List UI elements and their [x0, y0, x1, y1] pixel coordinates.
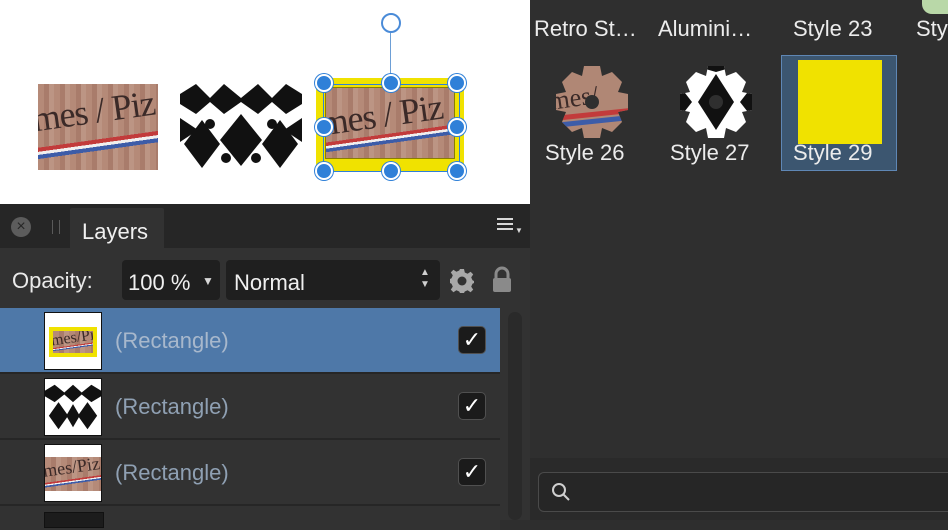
handle-bottom-center[interactable] [382, 162, 400, 180]
search-icon [552, 483, 570, 501]
style-preview-27[interactable] [678, 64, 754, 140]
handle-top-right[interactable] [448, 74, 466, 92]
tab-layers[interactable]: Layers [70, 208, 164, 248]
visibility-checkbox[interactable]: ✓ [458, 392, 486, 420]
photo-text: mes / Piz [38, 84, 158, 140]
blend-mode-value: Normal [234, 270, 305, 295]
visibility-checkbox[interactable]: ✓ [458, 326, 486, 354]
wood-photo-object[interactable]: mes / Piz [38, 84, 158, 170]
close-panel-icon[interactable]: × [11, 217, 31, 237]
handle-bottom-left[interactable] [315, 162, 333, 180]
styles-search-area [530, 458, 948, 520]
layer-thumbnail: mes/Piz [44, 444, 102, 502]
search-input[interactable] [538, 472, 948, 512]
layer-thumbnail [44, 378, 102, 436]
style-preview-retro[interactable] [566, 0, 642, 8]
visibility-checkbox[interactable]: ✓ [458, 458, 486, 486]
opacity-row: Opacity: 100 % ▼ Normal ▲ ▼ [0, 248, 530, 308]
style-label-aluminium[interactable]: Alumini… [658, 16, 752, 42]
layer-name[interactable]: (Rectangle) [115, 460, 229, 486]
lock-icon[interactable] [490, 266, 514, 294]
opacity-label: Opacity: [12, 268, 93, 293]
layer-name[interactable]: (Rectangle) [115, 394, 229, 420]
rotation-handle[interactable] [381, 13, 401, 33]
tab-layers-label: Layers [82, 219, 149, 244]
layer-thumbnail: mes/Piz [44, 312, 102, 370]
handle-top-center[interactable] [382, 74, 400, 92]
gear-icon[interactable] [449, 268, 475, 294]
handle-middle-right[interactable] [448, 118, 466, 136]
layers-panel: × Layers ▼ Opacity: 100 % ▼ Normal ▲ ▼ m… [0, 204, 530, 530]
style-preview-29[interactable] [798, 60, 882, 144]
style-label-partial[interactable]: Sty [916, 16, 948, 42]
drag-grip-icon[interactable] [52, 220, 60, 234]
layers-scrollbar[interactable] [508, 312, 522, 520]
layer-row[interactable]: mes/Piz (Rectangle) ✓ [0, 308, 500, 374]
document-canvas[interactable]: mes / Piz mes / Piz [0, 0, 530, 204]
style-label-retro[interactable]: Retro St… [534, 16, 637, 42]
handle-middle-left[interactable] [315, 118, 333, 136]
chevron-down-icon: ▼ [202, 274, 214, 288]
layers-tab-bar: × Layers ▼ [0, 204, 530, 248]
style-preview-partial[interactable] [922, 0, 948, 14]
handle-bottom-right[interactable] [448, 162, 466, 180]
pattern-object[interactable] [180, 84, 302, 170]
style-preview-aluminium[interactable] [690, 0, 766, 8]
layer-row[interactable]: (Rectangle) ✓ [0, 374, 500, 440]
handle-top-left[interactable] [315, 74, 333, 92]
style-preview-26[interactable]: mes/ [554, 64, 630, 140]
style-label-26[interactable]: Style 26 [545, 140, 625, 166]
panel-menu-icon[interactable]: ▼ [497, 218, 523, 236]
blend-mode-select[interactable]: Normal ▲ ▼ [226, 260, 440, 300]
layer-row[interactable]: mes/Piz (Rectangle) ✓ [0, 440, 500, 506]
layer-name[interactable]: (Rectangle) [115, 328, 229, 354]
style-label-27[interactable]: Style 27 [670, 140, 750, 166]
updown-arrows-icon: ▲ ▼ [420, 267, 430, 290]
styles-panel: Retro St… Alumini… Style 23 Sty mes/ Sty… [530, 0, 948, 458]
opacity-dropdown[interactable]: 100 % ▼ [122, 260, 220, 300]
layer-row-partial[interactable] [0, 510, 500, 530]
style-label-23[interactable]: Style 23 [793, 16, 873, 42]
selection-bounding-box [323, 84, 460, 172]
style-label-29[interactable]: Style 29 [793, 140, 873, 166]
opacity-value: 100 % [128, 270, 191, 295]
